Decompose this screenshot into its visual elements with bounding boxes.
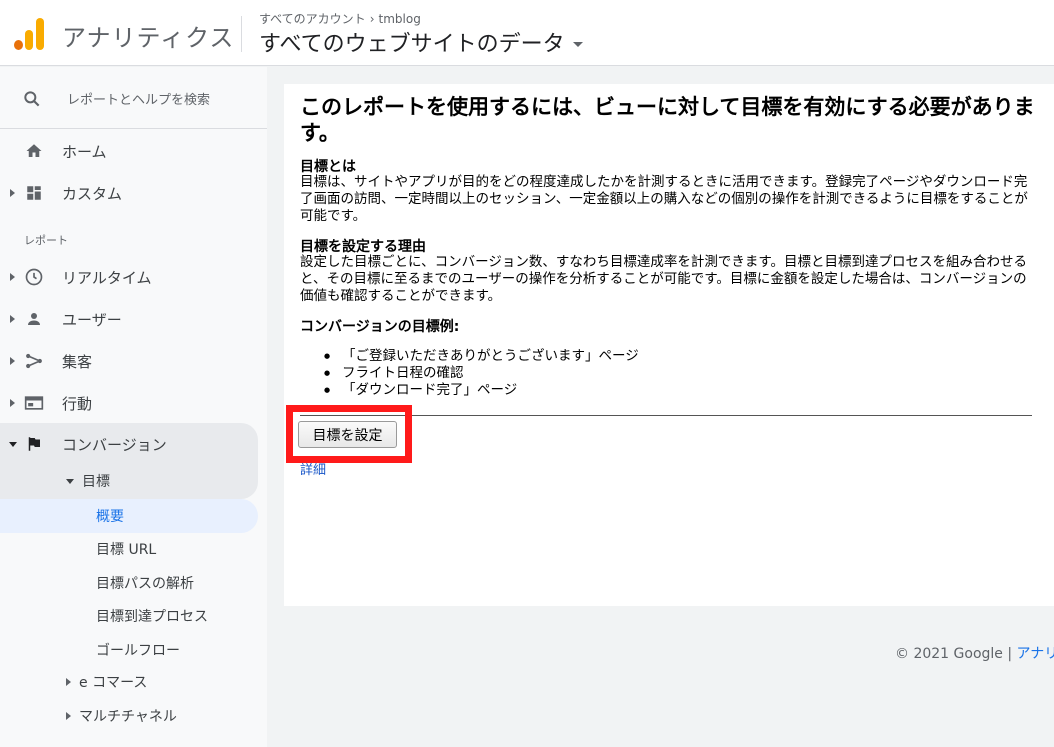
app-title[interactable]: アナリティクス bbox=[62, 18, 234, 53]
breadcrumb[interactable]: すべてのアカウント › tmblog bbox=[259, 10, 421, 27]
search-placeholder: レポートとヘルプを検索 bbox=[67, 93, 211, 108]
expand-arrow-icon bbox=[10, 357, 15, 365]
dropdown-caret-icon bbox=[572, 41, 583, 47]
search-box[interactable]: レポートとヘルプを検索 bbox=[0, 67, 267, 129]
analytics-logo-icon[interactable] bbox=[14, 18, 44, 50]
reports-section-label: レポート bbox=[24, 234, 68, 247]
home-icon bbox=[24, 141, 44, 161]
view-title: すべてのウェブサイトのデータ bbox=[259, 32, 565, 57]
list-item: 「ダウンロード完了」ページ bbox=[324, 382, 639, 399]
search-icon bbox=[24, 91, 40, 107]
app-header: アナリティクス すべてのアカウント › tmblog すべてのウェブサイトのデー… bbox=[0, 0, 1054, 66]
selected-item-bg bbox=[0, 499, 258, 533]
expand-arrow-icon bbox=[10, 189, 15, 197]
examples-list: 「ご登録いただきありがとうございます」ページ フライト日程の確認 「ダウンロード… bbox=[324, 348, 639, 399]
expand-arrow-icon bbox=[66, 712, 71, 720]
header-divider bbox=[241, 16, 242, 52]
copyright: © 2021 Google | bbox=[895, 646, 1013, 662]
sidebar-item-conversions[interactable]: コンバージョン bbox=[0, 427, 258, 461]
sidebar-item-goals-overview[interactable]: 概要 bbox=[96, 501, 124, 531]
page-heading: このレポートを使用するには、ビューに対して目標を有効にする必要があります。 bbox=[300, 95, 1035, 145]
what-are-goals-title: 目標とは bbox=[300, 159, 356, 175]
view-selector[interactable]: すべてのウェブサイトのデータ bbox=[259, 26, 583, 58]
breadcrumb-property[interactable]: tmblog bbox=[379, 12, 421, 26]
dashboard-icon bbox=[24, 183, 44, 203]
footer-link[interactable]: アナリ bbox=[1017, 646, 1054, 662]
why-goals-body: 設定した目標ごとに、コンバージョン数、すなわち目標達成率を計測できます。目標と目… bbox=[300, 254, 1027, 304]
sidebar-item-multichannel[interactable]: マルチチャネル bbox=[66, 701, 177, 731]
acquisition-icon bbox=[24, 351, 44, 371]
sidebar-item-ecommerce[interactable]: e コマース bbox=[66, 667, 147, 697]
main-panel: このレポートを使用するには、ビューに対して目標を有効にする必要があります。 目標… bbox=[284, 84, 1054, 606]
sidebar-item-custom[interactable]: カスタム bbox=[0, 176, 267, 210]
what-are-goals-body: 目標は、サイトやアプリが目的をどの程度達成したかを計測するときに活用できます。登… bbox=[300, 174, 1028, 224]
clock-icon bbox=[24, 267, 44, 287]
sidebar-item-funnel[interactable]: 目標到達プロセス bbox=[96, 601, 208, 631]
set-goal-button[interactable]: 目標を設定 bbox=[298, 421, 397, 448]
list-item: 「ご登録いただきありがとうございます」ページ bbox=[324, 348, 639, 365]
goals-label: 目標 bbox=[82, 474, 110, 490]
sidebar-item-goal-urls[interactable]: 目標 URL bbox=[96, 534, 156, 564]
sidebar: レポートとヘルプを検索 ホーム カスタム レポート リアルタイム ユーザー 集客… bbox=[0, 67, 267, 747]
why-goals-title: 目標を設定する理由 bbox=[300, 239, 426, 255]
expand-arrow-icon bbox=[10, 315, 15, 323]
chevron-right-icon: › bbox=[369, 11, 375, 26]
sidebar-item-behavior[interactable]: 行動 bbox=[0, 386, 267, 420]
expand-arrow-icon bbox=[10, 399, 15, 407]
sidebar-item-home[interactable]: ホーム bbox=[0, 134, 267, 168]
flag-icon bbox=[24, 434, 44, 454]
sidebar-item-users[interactable]: ユーザー bbox=[0, 302, 267, 336]
behavior-icon bbox=[24, 393, 44, 413]
footer: © 2021 Google | アナリ bbox=[895, 643, 1054, 663]
sidebar-item-acquisition[interactable]: 集客 bbox=[0, 344, 267, 378]
sidebar-item-realtime[interactable]: リアルタイム bbox=[0, 260, 267, 294]
expand-arrow-icon bbox=[10, 273, 15, 281]
list-item: フライト日程の確認 bbox=[324, 365, 639, 382]
examples-title: コンバージョンの目標例: bbox=[300, 319, 460, 335]
sidebar-item-reverse-goal-path[interactable]: 目標パスの解析 bbox=[96, 568, 194, 598]
expand-arrow-icon bbox=[66, 678, 71, 686]
sidebar-item-goals[interactable]: 目標 bbox=[66, 466, 110, 496]
sidebar-item-goal-flow[interactable]: ゴールフロー bbox=[96, 635, 180, 665]
collapse-arrow-icon bbox=[9, 441, 17, 447]
person-icon bbox=[24, 309, 44, 329]
collapse-arrow-icon bbox=[66, 478, 74, 484]
breadcrumb-account[interactable]: すべてのアカウント bbox=[259, 10, 366, 27]
